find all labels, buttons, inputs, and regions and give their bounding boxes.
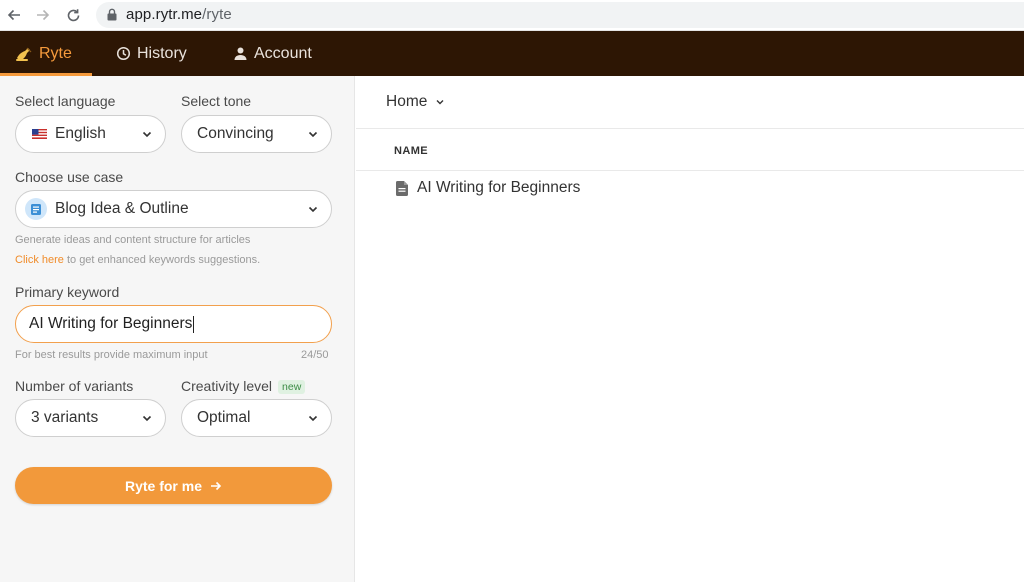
- lock-icon: [107, 8, 117, 21]
- table-head-divider: [356, 170, 1024, 171]
- back-button[interactable]: [4, 5, 24, 25]
- use-case-select[interactable]: Blog Idea & Outline: [15, 190, 332, 228]
- use-case-label: Choose use case: [15, 169, 124, 185]
- app-header: Ryte History Account: [0, 31, 1024, 76]
- primary-keyword-input[interactable]: AI Writing for Beginners: [15, 305, 332, 343]
- ryte-for-me-button[interactable]: Ryte for me: [15, 467, 332, 504]
- keyword-hint: For best results provide maximum input: [15, 349, 208, 361]
- primary-keyword-value: AI Writing for Beginners: [29, 315, 193, 332]
- chevron-down-icon: [308, 206, 318, 213]
- reload-button[interactable]: [63, 5, 83, 25]
- url-text: app.rytr.me/ryte: [126, 6, 232, 23]
- use-case-description: Generate ideas and content structure for…: [15, 234, 251, 246]
- us-flag-icon: [32, 129, 47, 139]
- name-column-header[interactable]: NAME: [394, 145, 428, 157]
- arrow-right-icon: [211, 481, 222, 490]
- tab-account[interactable]: Account: [233, 31, 312, 76]
- writing-hand-icon: [16, 47, 32, 61]
- keyword-suggestion-text: to get enhanced keywords suggestions.: [63, 254, 261, 266]
- creativity-select[interactable]: Optimal: [181, 399, 332, 437]
- tab-history-label: History: [137, 44, 187, 62]
- use-case-value: Blog Idea & Outline: [55, 200, 189, 217]
- forward-button[interactable]: [33, 5, 53, 25]
- text-caret: [193, 315, 195, 333]
- keyword-suggestion-hint: Click here to get enhanced keywords sugg…: [15, 254, 260, 266]
- ryte-sidebar: Select language Select tone English Conv…: [0, 76, 355, 582]
- tab-ryte-label: Ryte: [39, 44, 72, 62]
- chevron-down-icon: [308, 131, 318, 138]
- click-here-link[interactable]: Click here: [15, 254, 64, 266]
- document-row[interactable]: AI Writing for Beginners: [396, 179, 580, 197]
- blog-icon: [25, 198, 47, 220]
- keyword-counter: 24/50: [301, 349, 329, 361]
- chevron-down-icon: [142, 415, 152, 422]
- language-value: English: [55, 125, 106, 142]
- breadcrumb-home: Home: [386, 93, 428, 110]
- person-icon: [234, 47, 247, 60]
- creativity-label: Creativity level new: [181, 378, 306, 394]
- variants-label: Number of variants: [15, 378, 134, 394]
- breadcrumb[interactable]: Home: [386, 93, 445, 111]
- tab-history[interactable]: History: [116, 31, 187, 76]
- header-divider: [356, 128, 1024, 129]
- new-badge: new: [278, 380, 306, 394]
- chevron-down-icon: [436, 100, 444, 105]
- chevron-down-icon: [142, 131, 152, 138]
- ryte-for-me-label: Ryte for me: [124, 477, 203, 494]
- variants-value: 3 variants: [31, 409, 99, 426]
- document-name: AI Writing for Beginners: [417, 179, 581, 196]
- tone-label: Select tone: [181, 93, 252, 109]
- browser-toolbar: app.rytr.me/ryte: [0, 0, 1024, 31]
- document-icon: [396, 180, 408, 196]
- back-arrow-icon: [7, 9, 20, 21]
- language-select[interactable]: English: [15, 115, 166, 153]
- tab-account-label: Account: [254, 44, 312, 62]
- language-label: Select language: [15, 93, 116, 109]
- chevron-down-icon: [308, 415, 318, 422]
- primary-keyword-label: Primary keyword: [15, 284, 120, 300]
- history-icon: [116, 46, 131, 61]
- forward-arrow-icon: [37, 9, 50, 21]
- tab-ryte[interactable]: Ryte: [15, 31, 72, 76]
- address-bar[interactable]: app.rytr.me/ryte: [96, 2, 1024, 28]
- tone-select[interactable]: Convincing: [181, 115, 332, 153]
- reload-icon: [67, 8, 79, 21]
- variants-select[interactable]: 3 variants: [15, 399, 166, 437]
- tone-value: Convincing: [197, 125, 274, 142]
- documents-panel: Home NAME AI Writing for Beginners: [356, 76, 1024, 582]
- creativity-value: Optimal: [197, 409, 251, 426]
- creativity-label-text: Creativity level: [181, 378, 273, 394]
